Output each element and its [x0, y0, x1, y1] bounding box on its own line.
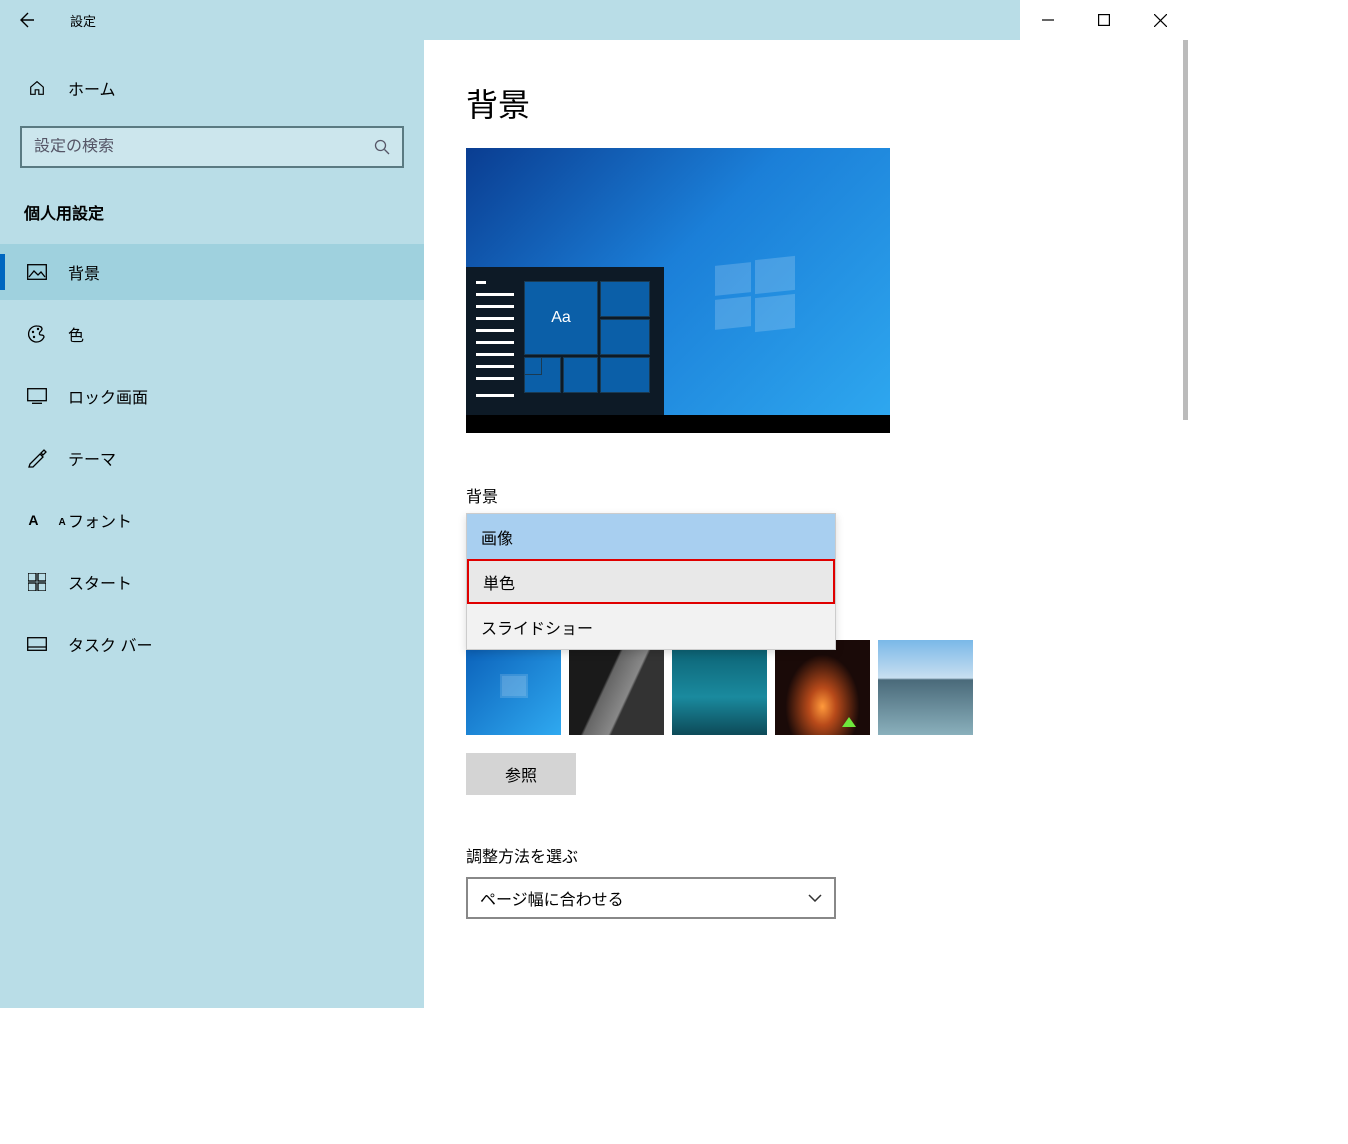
sidebar-item-label: タスク バー — [68, 632, 152, 656]
dropdown-option-slideshow[interactable]: スライドショー — [467, 604, 835, 649]
back-button[interactable] — [0, 0, 52, 40]
fit-label: 調整方法を選ぶ — [466, 843, 1148, 867]
sidebar-item-start[interactable]: スタート — [0, 554, 424, 610]
dropdown-option-solid[interactable]: 単色 — [467, 559, 835, 604]
category-header: 個人用設定 — [20, 200, 404, 224]
window-title: 設定 — [70, 11, 96, 30]
windows-logo-icon — [715, 258, 795, 328]
palette-icon — [27, 324, 47, 344]
sidebar-item-background[interactable]: 背景 — [0, 244, 424, 300]
content-area: 背景 Aa — [424, 40, 1188, 1008]
sidebar-item-colors[interactable]: 色 — [0, 306, 424, 362]
thumbnail-row — [466, 640, 973, 735]
taskbar-icon — [27, 637, 47, 651]
thumbnail-5[interactable] — [878, 640, 973, 735]
sidebar-item-taskbar[interactable]: タスク バー — [0, 616, 424, 672]
sidebar-item-label: フォント — [68, 508, 132, 532]
close-icon — [1154, 14, 1167, 27]
minimize-button[interactable] — [1020, 0, 1076, 40]
maximize-button[interactable] — [1076, 0, 1132, 40]
arrow-left-icon — [17, 11, 35, 29]
browse-button[interactable]: 参照 — [466, 753, 576, 795]
home-label: ホーム — [68, 76, 116, 100]
sidebar-item-themes[interactable]: テーマ — [0, 430, 424, 486]
preview-tile-aa: Aa — [524, 281, 598, 355]
font-icon: AA — [28, 512, 65, 528]
fit-dropdown-value: ページ幅に合わせる — [480, 886, 624, 910]
sidebar-item-label: テーマ — [68, 446, 116, 470]
chevron-down-icon — [808, 894, 822, 902]
background-preview: Aa — [466, 148, 890, 433]
theme-icon — [27, 448, 47, 468]
thumbnail-3[interactable] — [672, 640, 767, 735]
background-dropdown-label: 背景 — [466, 483, 1148, 507]
thumbnail-1[interactable] — [466, 640, 561, 735]
sidebar-item-lockscreen[interactable]: ロック画面 — [0, 368, 424, 424]
window-controls — [1020, 0, 1188, 40]
thumbnail-2[interactable] — [569, 640, 664, 735]
minimize-icon — [1042, 14, 1054, 26]
search-icon — [374, 139, 390, 155]
close-button[interactable] — [1132, 0, 1188, 40]
search-box[interactable] — [20, 126, 404, 168]
home-button[interactable]: ホーム — [20, 64, 404, 112]
sidebar-item-label: 色 — [68, 322, 84, 346]
sidebar-item-label: スタート — [68, 570, 132, 594]
start-icon — [28, 573, 46, 591]
page-title: 背景 — [466, 80, 1148, 126]
thumbnail-4[interactable] — [775, 640, 870, 735]
maximize-icon — [1098, 14, 1110, 26]
home-icon — [28, 79, 46, 97]
background-dropdown[interactable]: 画像 単色 スライドショー — [466, 513, 836, 650]
sidebar-item-fonts[interactable]: AA フォント — [0, 492, 424, 548]
search-input[interactable] — [34, 138, 374, 156]
sidebar: ホーム 個人用設定 背景 色 ロック画面 テーマ AA フォント ス — [0, 40, 424, 1008]
sidebar-item-label: 背景 — [68, 260, 100, 284]
scrollbar[interactable] — [1183, 40, 1188, 420]
lockscreen-icon — [27, 388, 47, 404]
dropdown-option-picture[interactable]: 画像 — [467, 514, 835, 559]
titlebar: 設定 — [0, 0, 1188, 40]
sidebar-item-label: ロック画面 — [68, 384, 148, 408]
fit-dropdown[interactable]: ページ幅に合わせる — [466, 877, 836, 919]
picture-icon — [27, 264, 47, 280]
